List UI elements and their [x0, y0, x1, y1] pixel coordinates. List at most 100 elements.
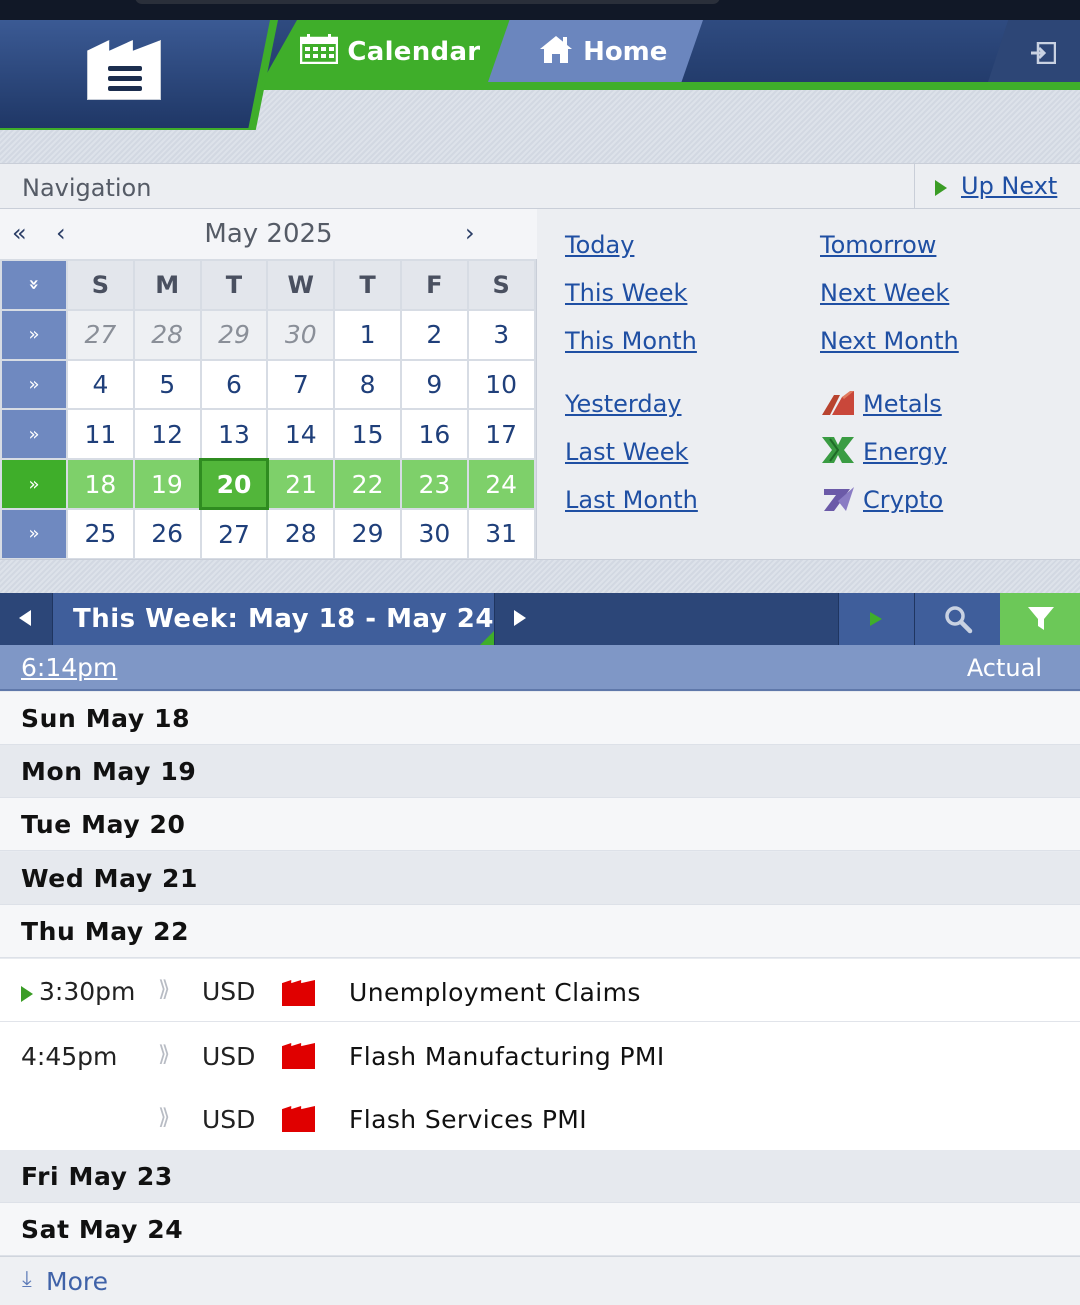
calendar-week-row: » 27 28 29 30 1 2 3 — [0, 308, 536, 361]
calendar-day[interactable]: 23 — [399, 458, 469, 510]
day-label: Sun May 18 — [21, 704, 191, 733]
calendar-day[interactable]: 6 — [199, 358, 269, 411]
event-title[interactable]: Unemployment Claims — [349, 978, 641, 1007]
calendar-day[interactable]: 1 — [333, 308, 402, 361]
calendar-day[interactable]: 29 — [333, 507, 402, 560]
next-week-button[interactable] — [494, 593, 546, 645]
search-button[interactable] — [914, 593, 1000, 645]
event-title[interactable]: Flash Manufacturing PMI — [349, 1042, 665, 1071]
link-this-week[interactable]: This Week — [565, 279, 687, 307]
filter-button[interactable] — [1000, 593, 1080, 645]
calendar-day[interactable]: 24 — [466, 458, 536, 510]
link-today[interactable]: Today — [565, 231, 634, 259]
current-time-link[interactable]: 6:14pm — [21, 653, 117, 682]
calendar-day[interactable]: 27 — [66, 308, 135, 361]
day-label: Thu May 22 — [21, 917, 190, 946]
link-tomorrow[interactable]: Tomorrow — [820, 231, 936, 259]
calendar-day[interactable]: 5 — [132, 358, 202, 411]
select-week-button[interactable]: » — [0, 507, 68, 560]
week-toolbar: This Week: May 18 - May 24 — [0, 593, 1080, 645]
calendar-day[interactable]: 28 — [266, 507, 336, 560]
calendar-day[interactable]: 18 — [66, 458, 135, 510]
link-metals[interactable]: Metals — [863, 390, 942, 418]
next-month-button[interactable]: › — [465, 219, 475, 247]
event-row[interactable]: 3:30pm ⟫ USD Unemployment Claims — [0, 959, 1080, 1022]
mini-calendar: « ‹ May 2025 › » S M T W T F S » 27 28 2… — [0, 209, 537, 560]
link-crypto[interactable]: Crypto — [863, 486, 943, 514]
calendar-day[interactable]: 2 — [399, 308, 469, 361]
calendar-day[interactable]: 27 — [199, 507, 269, 560]
link-energy[interactable]: Energy — [863, 438, 947, 466]
day-label: Mon May 19 — [21, 757, 197, 786]
more-link[interactable]: More — [46, 1267, 108, 1296]
calendar-day[interactable]: 26 — [132, 507, 202, 560]
speaker-icon[interactable]: ⟫ — [158, 1042, 170, 1067]
jump-up-next-button[interactable] — [838, 593, 914, 645]
select-week-button[interactable]: » — [0, 408, 68, 461]
up-next[interactable]: Up Next — [914, 164, 1080, 208]
link-this-month[interactable]: This Month — [565, 327, 697, 355]
calendar-day[interactable]: 8 — [333, 358, 402, 411]
prev-week-button[interactable] — [0, 593, 52, 645]
link-yesterday[interactable]: Yesterday — [565, 390, 682, 418]
calendar-week-row: » 11 12 13 14 15 16 17 — [0, 408, 536, 461]
tab-home-text: Home — [583, 37, 668, 67]
day-row: Sun May 18 — [0, 692, 1080, 745]
calendar-day[interactable]: 30 — [399, 507, 469, 560]
tab-calendar-text: Calendar — [347, 37, 481, 67]
status-strip — [0, 0, 1080, 20]
week-range-label: This Week: May 18 - May 24 — [73, 604, 494, 634]
select-week-button[interactable]: » — [0, 358, 68, 411]
calendar-day[interactable]: 19 — [132, 458, 202, 510]
calendar-day[interactable]: 25 — [66, 507, 135, 560]
event-time: 3:30pm — [39, 977, 136, 1006]
calendar-day-today[interactable]: 20 — [199, 457, 269, 511]
speaker-icon[interactable]: ⟫ — [158, 977, 170, 1002]
select-week-button[interactable]: » — [0, 458, 68, 510]
calendar-day[interactable]: 7 — [266, 358, 336, 411]
day-label: Tue May 20 — [21, 810, 186, 839]
current-time-row: 6:14pm Actual — [0, 645, 1080, 691]
link-next-month[interactable]: Next Month — [820, 327, 959, 355]
link-next-week[interactable]: Next Week — [820, 279, 949, 307]
high-impact-icon[interactable] — [282, 1106, 315, 1132]
high-impact-icon[interactable] — [282, 1043, 315, 1069]
calendar-day[interactable]: 28 — [132, 308, 202, 361]
calendar-day[interactable]: 14 — [266, 408, 336, 461]
calendar-day[interactable]: 29 — [199, 308, 269, 361]
tab-home-label[interactable]: Home — [538, 34, 667, 67]
calendar-day[interactable]: 4 — [66, 358, 135, 411]
speaker-icon[interactable]: ⟫ — [158, 1105, 170, 1130]
up-next-link[interactable]: Up Next — [961, 172, 1057, 200]
calendar-day[interactable]: 30 — [266, 308, 336, 361]
link-last-week[interactable]: Last Week — [565, 438, 688, 466]
logout-icon[interactable] — [1030, 42, 1056, 64]
calendar-day[interactable]: 9 — [399, 358, 469, 411]
calendar-day[interactable]: 15 — [333, 408, 402, 461]
weekday-header: S — [66, 259, 135, 311]
week-range[interactable]: This Week: May 18 - May 24 — [52, 593, 494, 645]
calendar-day[interactable]: 10 — [466, 358, 536, 411]
calendar-day[interactable]: 21 — [266, 458, 336, 510]
high-impact-icon[interactable] — [282, 980, 315, 1006]
tab-calendar-label[interactable]: Calendar — [299, 34, 481, 67]
day-label: Sat May 24 — [21, 1215, 184, 1244]
event-time: 4:45pm — [21, 1042, 118, 1071]
link-last-month[interactable]: Last Month — [565, 486, 698, 514]
calendar-day[interactable]: 11 — [66, 408, 135, 461]
calendar-icon — [299, 34, 339, 65]
calendar-day[interactable]: 13 — [199, 408, 269, 461]
event-title[interactable]: Flash Services PMI — [349, 1105, 587, 1134]
calendar-day[interactable]: 12 — [132, 408, 202, 461]
weekday-header: W — [266, 259, 336, 311]
collapse-weeks-icon[interactable]: » — [0, 259, 68, 311]
calendar-day[interactable]: 3 — [466, 308, 536, 361]
load-more[interactable]: ⤓ More — [0, 1256, 1080, 1305]
calendar-day[interactable]: 16 — [399, 408, 469, 461]
calendar-day[interactable]: 31 — [466, 507, 536, 560]
factory-menu-icon[interactable] — [87, 40, 161, 100]
calendar-month-label: May 2025 — [204, 219, 333, 249]
calendar-day[interactable]: 17 — [466, 408, 536, 461]
select-week-button[interactable]: » — [0, 308, 68, 361]
calendar-day[interactable]: 22 — [333, 458, 402, 510]
